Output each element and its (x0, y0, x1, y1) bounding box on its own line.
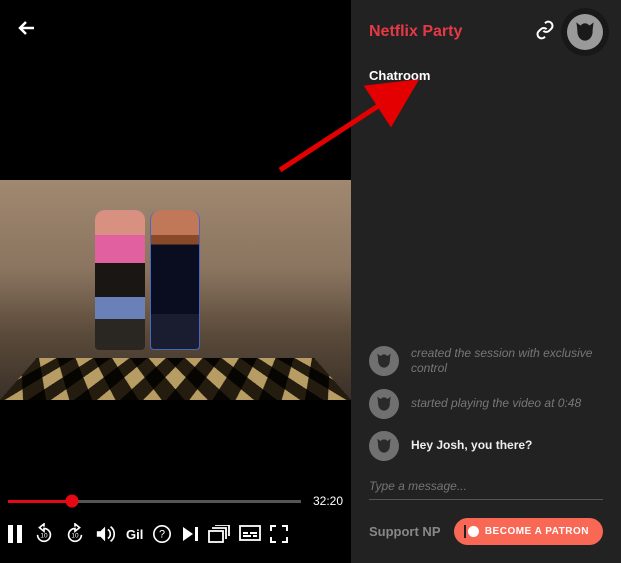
progress-thumb[interactable] (66, 495, 79, 508)
progress-track[interactable] (8, 500, 301, 503)
svg-text:10: 10 (71, 533, 79, 540)
app-title: Netflix Party (369, 23, 523, 41)
user-avatar[interactable] (567, 14, 603, 50)
svg-text:?: ? (159, 529, 165, 541)
support-label: Support NP (369, 524, 444, 539)
player-controls: 10 10 Gil ? (0, 523, 351, 545)
time-remaining: 32:20 (313, 494, 343, 508)
pause-button[interactable] (6, 524, 24, 544)
patron-button-label: BECOME A PATRON (485, 526, 589, 537)
chat-message-list: created the session with exclusive contr… (351, 87, 621, 461)
share-link-icon[interactable] (535, 20, 555, 45)
chat-panel: Netflix Party Chatroom created the sessi… (351, 0, 621, 563)
next-episode-button[interactable] (181, 525, 199, 543)
rewind-10-button[interactable]: 10 (33, 523, 55, 545)
video-frame[interactable] (0, 180, 351, 400)
message-avatar (369, 346, 399, 376)
message-text: Hey Josh, you there? (411, 438, 532, 454)
video-title-short[interactable]: Gil (126, 527, 143, 542)
message-avatar (369, 431, 399, 461)
chat-input[interactable] (369, 473, 603, 500)
become-patron-button[interactable]: BECOME A PATRON (454, 518, 603, 545)
volume-button[interactable] (95, 524, 117, 544)
chatroom-label: Chatroom (351, 64, 621, 87)
chat-header: Netflix Party (351, 0, 621, 64)
video-player-panel: 32:20 10 10 Gil ? (0, 0, 351, 563)
progress-bar-row: 32:20 (0, 494, 351, 508)
patreon-icon (468, 526, 479, 537)
forward-10-button[interactable]: 10 (64, 523, 86, 545)
message-text: created the session with exclusive contr… (411, 346, 603, 377)
chat-message: Hey Josh, you there? (369, 431, 603, 461)
svg-text:10: 10 (40, 533, 48, 540)
message-avatar (369, 389, 399, 419)
chat-message: created the session with exclusive contr… (369, 346, 603, 377)
subtitles-button[interactable] (239, 525, 261, 543)
message-text: started playing the video at 0:48 (411, 396, 581, 412)
fullscreen-button[interactable] (270, 525, 288, 543)
back-arrow-icon[interactable] (16, 16, 335, 46)
help-button[interactable]: ? (152, 524, 172, 544)
episodes-button[interactable] (208, 525, 230, 543)
chat-message: started playing the video at 0:48 (369, 389, 603, 419)
chat-footer: Support NP BECOME A PATRON (351, 508, 621, 563)
